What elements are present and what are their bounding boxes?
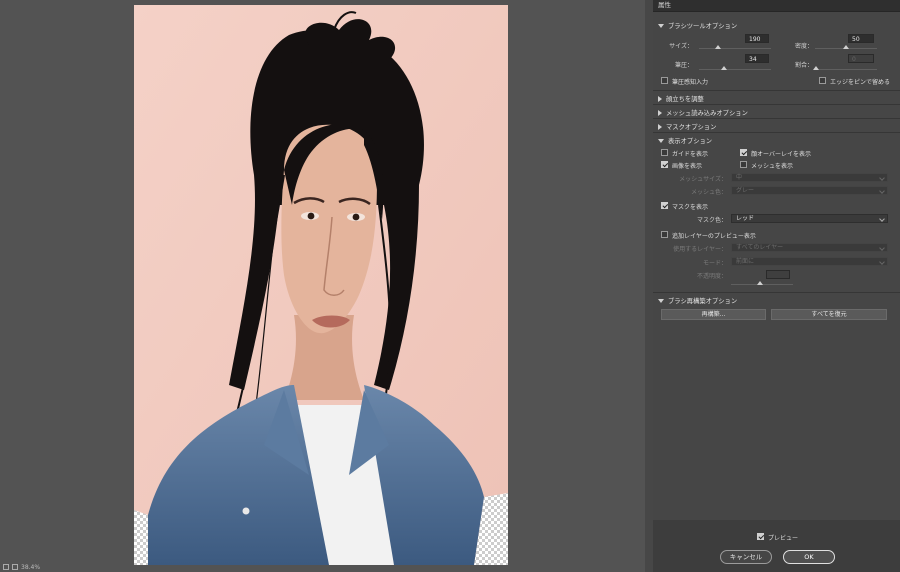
section-heading: ブラシ再構築オプション bbox=[668, 298, 738, 305]
show-face-overlay-label: 顔オーバーレイを表示 bbox=[751, 151, 811, 158]
show-mask-checkbox[interactable] bbox=[661, 202, 668, 209]
pin-edges-label: エッジをピンで留める bbox=[830, 79, 891, 86]
collapse-triangle-icon[interactable] bbox=[658, 139, 664, 143]
select-value: グレー bbox=[736, 187, 755, 194]
slider-thumb[interactable] bbox=[721, 66, 727, 70]
show-face-overlay-checkbox[interactable] bbox=[740, 149, 747, 156]
density-slider[interactable] bbox=[815, 45, 877, 49]
mask-color-select[interactable]: レッド bbox=[731, 214, 888, 223]
section-mask-options[interactable]: マスクオプション bbox=[658, 122, 716, 131]
pressure-label: 筆圧： bbox=[674, 62, 693, 69]
density-label: 密度： bbox=[794, 43, 813, 50]
show-guides-label: ガイドを表示 bbox=[672, 151, 709, 158]
section-mesh-load[interactable]: メッシュ読み込みオプション bbox=[658, 108, 748, 117]
rate-label: 割合： bbox=[794, 62, 813, 69]
use-layer-select[interactable]: すべてのレイヤー bbox=[731, 243, 888, 252]
mask-color-label: マスク色： bbox=[696, 217, 727, 224]
expand-triangle-icon[interactable] bbox=[658, 96, 662, 102]
section-heading: 表示オプション bbox=[668, 138, 713, 145]
section-heading: 顔立ちを調整 bbox=[666, 96, 704, 103]
mesh-size-select[interactable]: 中 bbox=[731, 173, 888, 182]
show-image-label: 画像を表示 bbox=[672, 163, 703, 170]
size-label: サイズ： bbox=[669, 43, 693, 50]
section-view-options[interactable]: 表示オプション bbox=[658, 136, 712, 145]
use-layer-label: 使用するレイヤー： bbox=[673, 246, 727, 253]
mode-select[interactable]: 前面に bbox=[731, 257, 888, 266]
expand-triangle-icon[interactable] bbox=[658, 124, 662, 130]
panel-body: ブラシツールオプション サイズ： 190 密度： 50 筆圧： 34 割合： 0… bbox=[653, 12, 900, 520]
canvas-nav-icon[interactable] bbox=[12, 564, 18, 570]
chevron-down-icon bbox=[879, 175, 885, 181]
canvas-area[interactable]: 38.4% bbox=[0, 0, 645, 572]
preview-checkbox[interactable] bbox=[757, 533, 764, 540]
section-heading: メッシュ読み込みオプション bbox=[666, 110, 748, 117]
panel-divider[interactable] bbox=[645, 0, 653, 572]
show-backdrop-checkbox[interactable] bbox=[661, 231, 668, 238]
expand-triangle-icon[interactable] bbox=[658, 110, 662, 116]
show-mask-label: マスクを表示 bbox=[672, 204, 709, 211]
zoom-level[interactable]: 38.4% bbox=[21, 564, 40, 571]
portrait-photo bbox=[134, 5, 508, 565]
document-image[interactable] bbox=[134, 5, 508, 565]
size-field[interactable]: 190 bbox=[745, 34, 769, 43]
chevron-down-icon bbox=[879, 245, 885, 251]
show-backdrop-label: 追加レイヤーのプレビュー表示 bbox=[672, 233, 756, 240]
restore-all-button[interactable]: すべてを復元 bbox=[771, 309, 887, 320]
pin-edges-checkbox[interactable] bbox=[819, 77, 826, 84]
preview-label: プレビュー bbox=[768, 535, 799, 542]
show-mesh-checkbox[interactable] bbox=[740, 161, 747, 168]
opacity-field[interactable] bbox=[766, 270, 790, 279]
collapse-triangle-icon[interactable] bbox=[658, 24, 664, 28]
slider-thumb[interactable] bbox=[715, 45, 721, 49]
mode-label: モード： bbox=[702, 260, 727, 267]
mesh-size-label: メッシュサイズ： bbox=[679, 176, 727, 183]
ok-button[interactable]: OK bbox=[783, 550, 835, 564]
section-heading: ブラシツールオプション bbox=[668, 23, 738, 30]
properties-panel: 属性 ブラシツールオプション サイズ： 190 密度： 50 筆圧： 34 割合… bbox=[653, 0, 900, 572]
rate-field[interactable]: 0 bbox=[848, 54, 874, 63]
section-heading: マスクオプション bbox=[666, 124, 717, 131]
select-value: 中 bbox=[736, 174, 743, 181]
slider-thumb[interactable] bbox=[843, 45, 849, 49]
pressure-slider[interactable] bbox=[699, 66, 771, 70]
panel-title: 属性 bbox=[653, 0, 900, 12]
section-brush-options[interactable]: ブラシツールオプション bbox=[658, 21, 737, 30]
chevron-down-icon bbox=[879, 216, 885, 222]
select-value: すべてのレイヤー bbox=[736, 244, 784, 251]
chevron-down-icon bbox=[879, 259, 885, 265]
density-field[interactable]: 50 bbox=[848, 34, 874, 43]
show-guides-checkbox[interactable] bbox=[661, 149, 668, 156]
show-image-checkbox[interactable] bbox=[661, 161, 668, 168]
pressure-field[interactable]: 34 bbox=[745, 54, 769, 63]
status-bar: 38.4% bbox=[0, 562, 203, 572]
show-mesh-label: メッシュを表示 bbox=[751, 163, 794, 170]
size-slider[interactable] bbox=[699, 45, 771, 49]
slider-thumb[interactable] bbox=[813, 66, 819, 70]
collapse-triangle-icon[interactable] bbox=[658, 299, 664, 303]
stylus-pressure-label: 筆圧感知入力 bbox=[672, 79, 709, 86]
screen-mode-icon[interactable] bbox=[3, 564, 9, 570]
slider-thumb[interactable] bbox=[757, 281, 763, 285]
rate-slider[interactable] bbox=[813, 66, 877, 70]
chevron-down-icon bbox=[879, 188, 885, 194]
select-value: レッド bbox=[736, 215, 755, 222]
mesh-color-select[interactable]: グレー bbox=[731, 186, 888, 195]
reconstruct-button[interactable]: 再構築... bbox=[661, 309, 766, 320]
opacity-label: 不透明度： bbox=[696, 273, 727, 280]
select-value: 前面に bbox=[736, 258, 755, 265]
opacity-slider[interactable] bbox=[731, 281, 793, 285]
stylus-pressure-checkbox[interactable] bbox=[661, 77, 668, 84]
section-face-aware[interactable]: 顔立ちを調整 bbox=[658, 94, 704, 103]
mesh-color-label: メッシュ色： bbox=[690, 189, 727, 196]
section-reconstruct[interactable]: ブラシ再構築オプション bbox=[658, 296, 737, 305]
cancel-button[interactable]: キャンセル bbox=[720, 550, 772, 564]
dialog-footer: プレビュー キャンセル OK bbox=[653, 520, 900, 572]
